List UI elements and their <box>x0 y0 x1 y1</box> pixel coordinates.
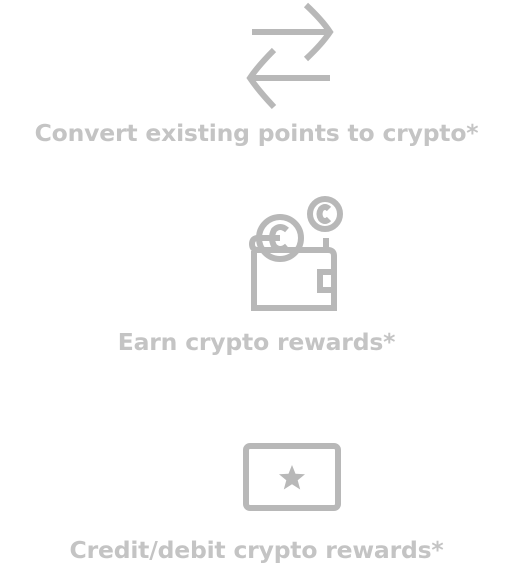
wallet-coins-icon <box>248 196 343 311</box>
convert-arrows-icon <box>246 2 334 110</box>
star-icon <box>279 465 305 490</box>
feature-label-convert-points: Convert existing points to crypto* <box>34 119 479 147</box>
feature-label-earn-rewards: Earn crypto rewards* <box>117 328 396 356</box>
star-card-icon <box>243 443 341 511</box>
feature-label-card-rewards: Credit/debit crypto rewards* <box>69 536 444 564</box>
